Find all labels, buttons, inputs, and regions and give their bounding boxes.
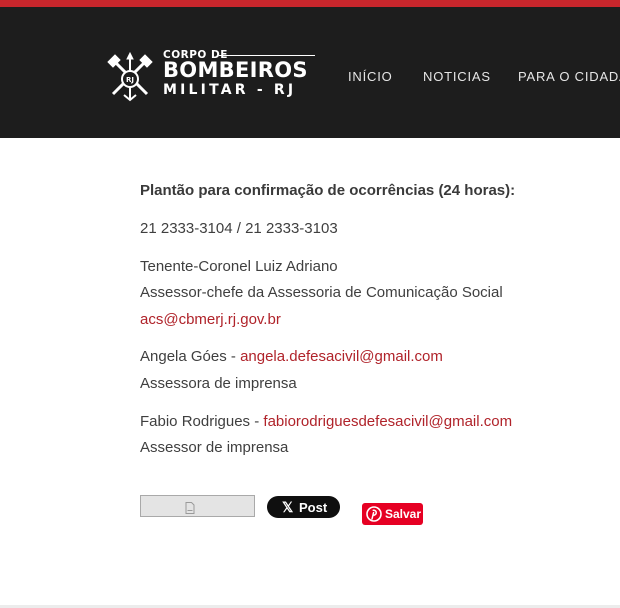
contact3-row: Fabio Rodrigues - fabiorodriguesdefesaci…: [140, 413, 512, 431]
contact3-name: Fabio Rodrigues -: [140, 413, 264, 430]
contact2-email-link[interactable]: angela.defesacivil@gmail.com: [240, 348, 443, 365]
contact2-row: Angela Góes - angela.defesacivil@gmail.c…: [140, 348, 443, 366]
pinterest-save-label: Salvar: [385, 507, 422, 521]
top-accent-bar: [0, 0, 620, 7]
duty-phone-numbers: 21 2333-3104 / 21 2333-3103: [140, 220, 338, 237]
firefighter-axes-emblem-icon: RJ: [107, 52, 153, 102]
site-logo[interactable]: RJ CORPO DE BOMBEIROS MILITAR - RJ: [105, 49, 320, 105]
site-header: RJ CORPO DE BOMBEIROS MILITAR - RJ INÍCI…: [0, 7, 620, 138]
contact1-role: Assessor-chefe da Assessoria de Comunica…: [140, 284, 503, 301]
nav-item-para-o-cidadao[interactable]: PARA O CIDADÃO: [518, 69, 620, 84]
contact1-email-link[interactable]: acs@cbmerj.rj.gov.br: [140, 311, 281, 328]
contact1-name: Tenente-Coronel Luiz Adriano: [140, 258, 338, 275]
svg-text:RJ: RJ: [126, 76, 134, 84]
broken-document-icon: [185, 502, 195, 514]
contact2-name: Angela Góes -: [140, 348, 241, 365]
duty-heading: Plantão para confirmação de ocorrências …: [140, 182, 516, 199]
contact1-email-row: acs@cbmerj.rj.gov.br: [140, 311, 281, 329]
logo-line-bombeiros: BOMBEIROS: [163, 58, 308, 82]
logo-wordmark: CORPO DE BOMBEIROS MILITAR - RJ: [163, 49, 323, 105]
facebook-share-placeholder[interactable]: [140, 495, 255, 517]
nav-item-inicio[interactable]: INÍCIO: [348, 69, 393, 84]
logo-divider: [219, 55, 315, 56]
x-logo-icon: 𝕏: [282, 499, 294, 515]
nav-item-noticias[interactable]: NOTICIAS: [423, 69, 491, 84]
x-post-button[interactable]: 𝕏 Post: [267, 496, 340, 518]
pinterest-save-button[interactable]: Salvar: [362, 503, 423, 525]
pinterest-logo-icon: [366, 506, 382, 522]
logo-line-militar-rj: MILITAR - RJ: [163, 82, 297, 98]
contact3-role: Assessor de imprensa: [140, 439, 289, 456]
x-post-label: Post: [299, 500, 328, 515]
contact2-role: Assessora de imprensa: [140, 375, 297, 392]
contact3-email-link[interactable]: fabiorodriguesdefesacivil@gmail.com: [263, 413, 512, 430]
